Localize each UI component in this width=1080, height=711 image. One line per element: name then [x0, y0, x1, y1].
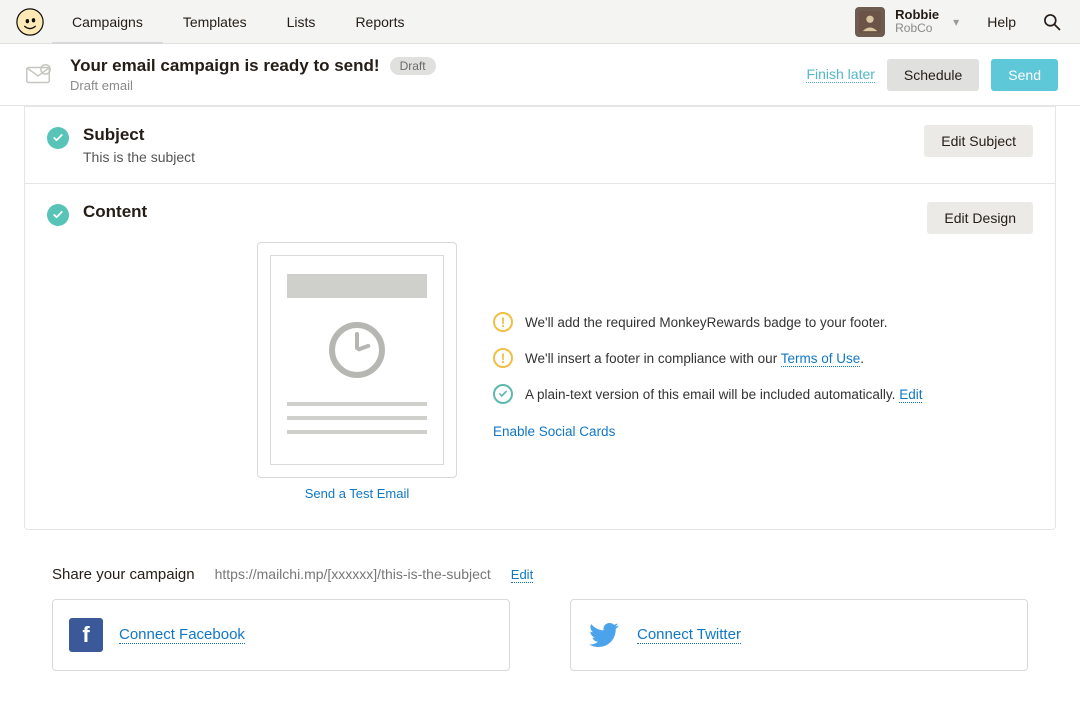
share-url-edit-link[interactable]: Edit	[511, 567, 533, 583]
facebook-icon: f	[69, 618, 103, 652]
nav-links: Campaigns Templates Lists Reports	[52, 0, 424, 44]
notice-text: We'll insert a footer in compliance with…	[525, 351, 864, 366]
check-icon	[47, 204, 69, 226]
notice-footer: ! We'll insert a footer in compliance wi…	[493, 348, 922, 368]
connect-twitter-card[interactable]: Connect Twitter	[570, 599, 1028, 671]
content-notices: ! We'll add the required MonkeyRewards b…	[493, 242, 922, 439]
subject-body: Subject This is the subject	[83, 125, 910, 165]
check-icon	[47, 127, 69, 149]
preview-thumbnail[interactable]	[257, 242, 457, 478]
share-section: Share your campaign https://mailchi.mp/[…	[24, 566, 1056, 671]
warning-icon: !	[493, 348, 513, 368]
share-heading: Share your campaign	[52, 566, 195, 583]
campaign-title-block: Your email campaign is ready to send! Dr…	[70, 56, 436, 93]
send-test-email-link[interactable]: Send a Test Email	[305, 486, 410, 501]
send-button[interactable]: Send	[991, 59, 1058, 91]
schedule-button[interactable]: Schedule	[887, 59, 979, 91]
nav-reports[interactable]: Reports	[335, 0, 424, 44]
user-org: RobCo	[895, 22, 939, 35]
edit-design-button[interactable]: Edit Design	[927, 202, 1033, 234]
main: Subject This is the subject Edit Subject…	[0, 106, 1080, 711]
connect-facebook-card[interactable]: f Connect Facebook	[52, 599, 510, 671]
search-icon	[1042, 12, 1062, 32]
user-text: Robbie RobCo	[895, 8, 939, 35]
finish-later-link[interactable]: Finish later	[806, 66, 874, 83]
page-title: Your email campaign is ready to send!	[70, 56, 380, 76]
notice-text: A plain-text version of this email will …	[525, 387, 922, 402]
subject-value: This is the subject	[83, 149, 910, 165]
nav-campaigns[interactable]: Campaigns	[52, 0, 163, 44]
email-preview: Send a Test Email	[257, 242, 457, 501]
campaign-header: Your email campaign is ready to send! Dr…	[0, 44, 1080, 106]
twitter-icon	[587, 618, 621, 652]
logo-mailchimp[interactable]	[8, 8, 52, 36]
campaign-subtitle: Draft email	[70, 78, 436, 93]
content-title: Content	[83, 202, 913, 222]
user-menu[interactable]: Robbie RobCo ▾	[847, 7, 971, 37]
share-url: https://mailchi.mp/[xxxxxx]/this-is-the-…	[215, 566, 491, 582]
warning-icon: !	[493, 312, 513, 332]
connect-twitter-label: Connect Twitter	[637, 626, 741, 644]
content-section: Content Edit Design	[25, 183, 1055, 529]
edit-subject-button[interactable]: Edit Subject	[924, 125, 1033, 157]
chevron-down-icon: ▾	[949, 15, 963, 29]
terms-of-use-link[interactable]: Terms of Use	[781, 351, 861, 367]
mail-icon	[22, 60, 54, 90]
subject-section: Subject This is the subject Edit Subject	[25, 106, 1055, 183]
connect-facebook-label: Connect Facebook	[119, 626, 245, 644]
edit-plaintext-link[interactable]: Edit	[899, 387, 922, 403]
header-actions: Finish later Schedule Send	[806, 59, 1058, 91]
help-link[interactable]: Help	[971, 14, 1032, 30]
notice-text: We'll add the required MonkeyRewards bad…	[525, 315, 888, 330]
nav-lists[interactable]: Lists	[267, 0, 336, 44]
campaign-panel: Subject This is the subject Edit Subject…	[24, 106, 1056, 530]
subject-title: Subject	[83, 125, 910, 145]
notice-monkeyrewards: ! We'll add the required MonkeyRewards b…	[493, 312, 922, 332]
enable-social-cards-link[interactable]: Enable Social Cards	[493, 424, 922, 439]
status-badge: Draft	[390, 57, 436, 75]
avatar	[855, 7, 885, 37]
notice-plaintext: A plain-text version of this email will …	[493, 384, 922, 404]
clock-icon	[329, 322, 385, 378]
nav-templates[interactable]: Templates	[163, 0, 267, 44]
content-row: Send a Test Email ! We'll add the requir…	[47, 242, 1033, 501]
top-navigation: Campaigns Templates Lists Reports Robbie…	[0, 0, 1080, 44]
check-circle-icon	[493, 384, 513, 404]
user-name: Robbie	[895, 8, 939, 22]
mailchimp-icon	[16, 8, 44, 36]
search-button[interactable]	[1032, 12, 1072, 32]
